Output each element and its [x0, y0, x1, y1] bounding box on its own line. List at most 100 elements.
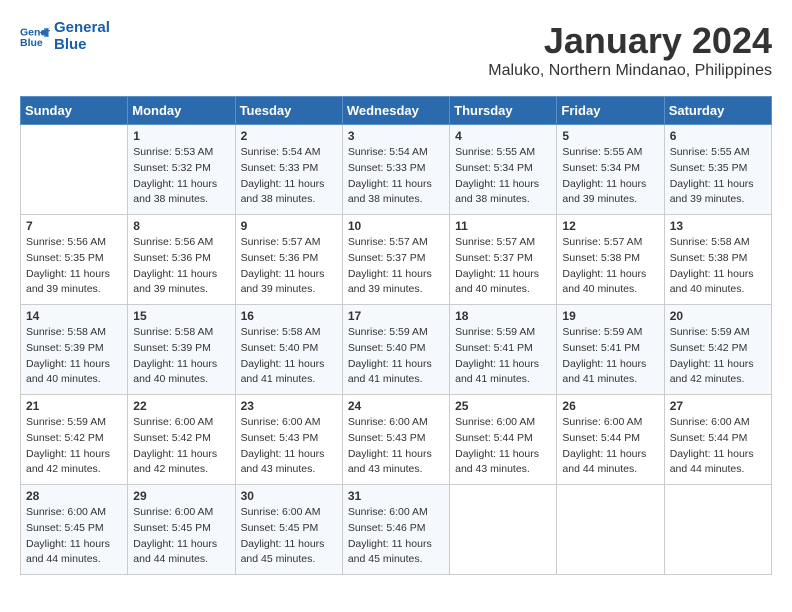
day-info: Sunrise: 5:55 AM Sunset: 5:34 PM Dayligh… — [562, 145, 658, 208]
day-number: 20 — [670, 309, 766, 323]
calendar-cell: 8 Sunrise: 5:56 AM Sunset: 5:36 PM Daylig… — [128, 215, 235, 305]
day-number: 8 — [133, 219, 229, 233]
calendar-cell: 22 Sunrise: 6:00 AM Sunset: 5:42 PM Dayli… — [128, 395, 235, 485]
calendar-cell: 30 Sunrise: 6:00 AM Sunset: 5:45 PM Dayli… — [235, 485, 342, 575]
day-number: 26 — [562, 399, 658, 413]
day-number: 25 — [455, 399, 551, 413]
weekday-header-saturday: Saturday — [664, 97, 771, 125]
calendar-cell: 26Sunrise: 6:00 AM Sunset: 5:44 PM Dayli… — [557, 395, 664, 485]
day-info: Sunrise: 6:00 AM Sunset: 5:45 PM Dayligh… — [241, 505, 337, 568]
calendar-cell: 3 Sunrise: 5:54 AM Sunset: 5:33 PM Daylig… — [342, 125, 449, 215]
day-number: 5 — [562, 129, 658, 143]
day-number: 23 — [241, 399, 337, 413]
calendar-header: SundayMondayTuesdayWednesdayThursdayFrid… — [21, 97, 772, 125]
title-block: January 2024 Maluko, Northern Mindanao, … — [488, 20, 772, 80]
logo: General Blue General Blue — [20, 20, 110, 53]
day-number: 9 — [241, 219, 337, 233]
day-info: Sunrise: 5:57 AM Sunset: 5:36 PM Dayligh… — [241, 235, 337, 298]
calendar-cell: 14 Sunrise: 5:58 AM Sunset: 5:39 PM Dayli… — [21, 305, 128, 395]
page-header: General Blue General Blue January 2024 M… — [20, 20, 772, 80]
day-info: Sunrise: 5:57 AM Sunset: 5:38 PM Dayligh… — [562, 235, 658, 298]
calendar-cell: 17 Sunrise: 5:59 AM Sunset: 5:40 PM Dayli… — [342, 305, 449, 395]
day-info: Sunrise: 5:56 AM Sunset: 5:35 PM Dayligh… — [26, 235, 122, 298]
day-info: Sunrise: 5:59 AM Sunset: 5:42 PM Dayligh… — [26, 415, 122, 478]
day-info: Sunrise: 5:57 AM Sunset: 5:37 PM Dayligh… — [455, 235, 551, 298]
day-info: Sunrise: 6:00 AM Sunset: 5:43 PM Dayligh… — [348, 415, 444, 478]
calendar-week-row: 7 Sunrise: 5:56 AM Sunset: 5:35 PM Daylig… — [21, 215, 772, 305]
calendar-cell — [664, 485, 771, 575]
day-info: Sunrise: 6:00 AM Sunset: 5:42 PM Dayligh… — [133, 415, 229, 478]
month-title: January 2024 — [488, 20, 772, 62]
day-number: 17 — [348, 309, 444, 323]
day-number: 12 — [562, 219, 658, 233]
day-number: 7 — [26, 219, 122, 233]
day-number: 16 — [241, 309, 337, 323]
day-info: Sunrise: 5:55 AM Sunset: 5:34 PM Dayligh… — [455, 145, 551, 208]
day-number: 31 — [348, 489, 444, 503]
day-info: Sunrise: 6:00 AM Sunset: 5:44 PM Dayligh… — [670, 415, 766, 478]
calendar-cell: 4 Sunrise: 5:55 AM Sunset: 5:34 PM Daylig… — [450, 125, 557, 215]
day-info: Sunrise: 5:58 AM Sunset: 5:40 PM Dayligh… — [241, 325, 337, 388]
day-number: 10 — [348, 219, 444, 233]
day-number: 6 — [670, 129, 766, 143]
calendar-cell — [450, 485, 557, 575]
day-info: Sunrise: 5:57 AM Sunset: 5:37 PM Dayligh… — [348, 235, 444, 298]
calendar-cell: 12 Sunrise: 5:57 AM Sunset: 5:38 PM Dayli… — [557, 215, 664, 305]
calendar-week-row: 1Sunrise: 5:53 AM Sunset: 5:32 PM Daylig… — [21, 125, 772, 215]
calendar-cell: 7 Sunrise: 5:56 AM Sunset: 5:35 PM Daylig… — [21, 215, 128, 305]
day-number: 14 — [26, 309, 122, 323]
calendar-cell: 31Sunrise: 6:00 AM Sunset: 5:46 PM Dayli… — [342, 485, 449, 575]
logo-icon: General Blue — [20, 22, 50, 52]
calendar-table: SundayMondayTuesdayWednesdayThursdayFrid… — [20, 96, 772, 575]
calendar-cell: 23Sunrise: 6:00 AM Sunset: 5:43 PM Dayli… — [235, 395, 342, 485]
calendar-cell: 2Sunrise: 5:54 AM Sunset: 5:33 PM Daylig… — [235, 125, 342, 215]
calendar-cell: 21 Sunrise: 5:59 AM Sunset: 5:42 PM Dayli… — [21, 395, 128, 485]
calendar-cell: 1Sunrise: 5:53 AM Sunset: 5:32 PM Daylig… — [128, 125, 235, 215]
weekday-header-friday: Friday — [557, 97, 664, 125]
day-number: 13 — [670, 219, 766, 233]
calendar-cell: 28 Sunrise: 6:00 AM Sunset: 5:45 PM Dayli… — [21, 485, 128, 575]
calendar-cell — [557, 485, 664, 575]
calendar-cell: 10 Sunrise: 5:57 AM Sunset: 5:37 PM Dayli… — [342, 215, 449, 305]
day-number: 3 — [348, 129, 444, 143]
calendar-cell: 20Sunrise: 5:59 AM Sunset: 5:42 PM Dayli… — [664, 305, 771, 395]
calendar-cell: 29Sunrise: 6:00 AM Sunset: 5:45 PM Dayli… — [128, 485, 235, 575]
day-number: 30 — [241, 489, 337, 503]
logo-blue: Blue — [54, 37, 110, 54]
day-number: 18 — [455, 309, 551, 323]
day-number: 29 — [133, 489, 229, 503]
calendar-cell: 16 Sunrise: 5:58 AM Sunset: 5:40 PM Dayli… — [235, 305, 342, 395]
calendar-cell: 5 Sunrise: 5:55 AM Sunset: 5:34 PM Daylig… — [557, 125, 664, 215]
day-info: Sunrise: 6:00 AM Sunset: 5:45 PM Dayligh… — [26, 505, 122, 568]
calendar-cell: 15Sunrise: 5:58 AM Sunset: 5:39 PM Dayli… — [128, 305, 235, 395]
day-number: 22 — [133, 399, 229, 413]
weekday-header-wednesday: Wednesday — [342, 97, 449, 125]
day-info: Sunrise: 5:59 AM Sunset: 5:40 PM Dayligh… — [348, 325, 444, 388]
day-number: 21 — [26, 399, 122, 413]
day-info: Sunrise: 5:55 AM Sunset: 5:35 PM Dayligh… — [670, 145, 766, 208]
day-number: 28 — [26, 489, 122, 503]
weekday-header-tuesday: Tuesday — [235, 97, 342, 125]
day-info: Sunrise: 5:58 AM Sunset: 5:39 PM Dayligh… — [26, 325, 122, 388]
calendar-week-row: 21 Sunrise: 5:59 AM Sunset: 5:42 PM Dayli… — [21, 395, 772, 485]
calendar-cell: 9 Sunrise: 5:57 AM Sunset: 5:36 PM Daylig… — [235, 215, 342, 305]
calendar-cell: 13Sunrise: 5:58 AM Sunset: 5:38 PM Dayli… — [664, 215, 771, 305]
day-info: Sunrise: 5:54 AM Sunset: 5:33 PM Dayligh… — [348, 145, 444, 208]
day-number: 27 — [670, 399, 766, 413]
calendar-cell: 11 Sunrise: 5:57 AM Sunset: 5:37 PM Dayli… — [450, 215, 557, 305]
location-title: Maluko, Northern Mindanao, Philippines — [488, 62, 772, 80]
day-number: 11 — [455, 219, 551, 233]
day-number: 19 — [562, 309, 658, 323]
calendar-cell: 25Sunrise: 6:00 AM Sunset: 5:44 PM Dayli… — [450, 395, 557, 485]
weekday-header-sunday: Sunday — [21, 97, 128, 125]
day-info: Sunrise: 5:53 AM Sunset: 5:32 PM Dayligh… — [133, 145, 229, 208]
weekday-header-thursday: Thursday — [450, 97, 557, 125]
calendar-cell: 18 Sunrise: 5:59 AM Sunset: 5:41 PM Dayli… — [450, 305, 557, 395]
day-info: Sunrise: 5:56 AM Sunset: 5:36 PM Dayligh… — [133, 235, 229, 298]
calendar-week-row: 28 Sunrise: 6:00 AM Sunset: 5:45 PM Dayli… — [21, 485, 772, 575]
day-number: 4 — [455, 129, 551, 143]
calendar-cell: 19Sunrise: 5:59 AM Sunset: 5:41 PM Dayli… — [557, 305, 664, 395]
calendar-cell: 6 Sunrise: 5:55 AM Sunset: 5:35 PM Daylig… — [664, 125, 771, 215]
day-info: Sunrise: 5:58 AM Sunset: 5:39 PM Dayligh… — [133, 325, 229, 388]
day-info: Sunrise: 5:59 AM Sunset: 5:41 PM Dayligh… — [455, 325, 551, 388]
